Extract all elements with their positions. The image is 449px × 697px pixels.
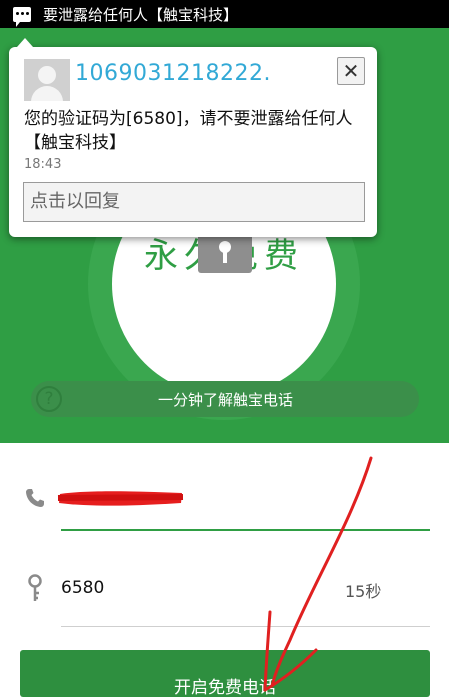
- reply-input[interactable]: 点击以回复: [23, 182, 365, 222]
- status-bar-ticker-text: 要泄露给任何人【触宝科技】: [43, 5, 239, 24]
- close-button[interactable]: ✕: [337, 57, 365, 85]
- phone-field-underline[interactable]: [61, 529, 430, 531]
- message-body: 您的验证码为[6580]，请不要泄露给任何人【触宝科技】: [24, 109, 353, 153]
- status-bar: 要泄露给任何人【触宝科技】: [0, 0, 449, 28]
- resend-countdown: 15秒: [345, 582, 382, 601]
- question-icon: ?: [36, 386, 62, 412]
- start-free-call-button[interactable]: 开启免费电话: [20, 650, 430, 697]
- learn-more-button[interactable]: ? 一分钟了解触宝电话: [31, 381, 419, 417]
- sender-number: 1069031218222.: [75, 61, 271, 86]
- learn-more-label: 一分钟了解触宝电话: [157, 390, 293, 409]
- lock-icon: [198, 233, 252, 273]
- start-button-label: 开启免费电话: [174, 678, 276, 697]
- redacted-phone-number: [57, 491, 184, 506]
- code-field-underline: [61, 626, 430, 627]
- contact-avatar-icon: [24, 59, 70, 101]
- verification-code-input[interactable]: 6580: [61, 578, 104, 598]
- key-icon: [28, 574, 42, 601]
- message-notification-icon: [13, 6, 31, 27]
- sms-notification-popup[interactable]: 1069031218222. ✕ 您的验证码为[6580]，请不要泄露给任何人【…: [9, 38, 377, 237]
- message-time: 18:43: [24, 157, 62, 172]
- phone-icon: [26, 489, 44, 507]
